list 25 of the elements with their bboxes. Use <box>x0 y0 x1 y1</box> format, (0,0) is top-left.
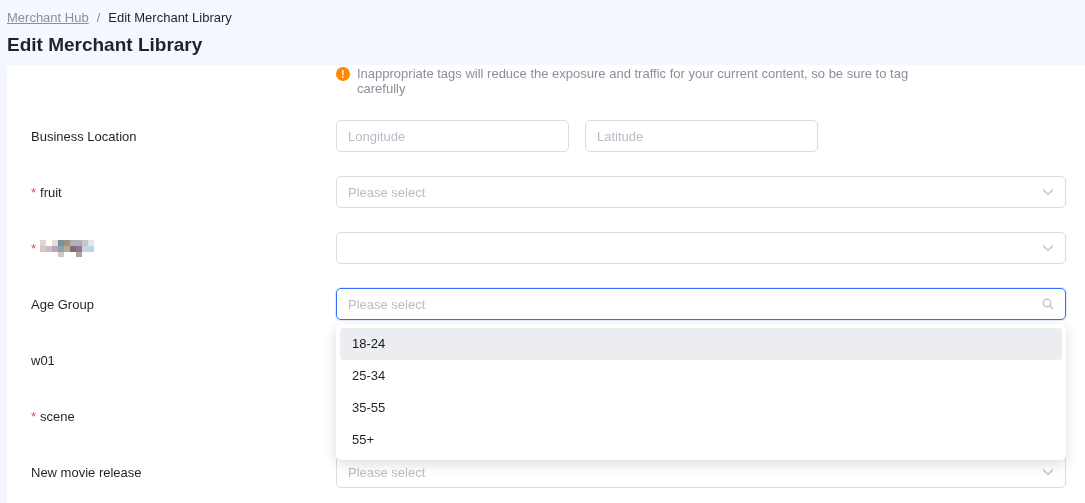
field-label: Business Location <box>31 128 137 144</box>
chevron-down-icon <box>1042 468 1054 476</box>
dropdown-option[interactable]: 55+ <box>340 424 1062 456</box>
field-label: New movie release <box>31 464 142 480</box>
field-label: Age Group <box>31 296 94 312</box>
chevron-down-icon <box>1042 244 1054 252</box>
breadcrumb-separator: / <box>96 9 101 25</box>
select-field[interactable] <box>336 232 1066 264</box>
dropdown-option[interactable]: 35-55 <box>340 392 1062 424</box>
required-asterisk: * <box>31 408 37 424</box>
warning-icon: ! <box>336 67 350 81</box>
field-label: w01 <box>31 352 55 368</box>
page-title: Edit Merchant Library <box>7 34 204 56</box>
input-field[interactable]: Latitude <box>585 120 818 152</box>
field-label: scene <box>40 408 75 424</box>
warning-text: Inappropriate tags will reduce the exposure and traffic for your current content, so be sure to tag carefully <box>357 66 910 96</box>
search-icon <box>1042 298 1054 310</box>
dropdown-option[interactable]: 25-34 <box>340 360 1062 392</box>
field-label: fruit <box>40 184 62 200</box>
chevron-down-icon <box>1042 188 1054 196</box>
breadcrumb-current: Edit Merchant Library <box>108 9 232 25</box>
input-field[interactable]: Longitude <box>336 120 569 152</box>
dropdown-option[interactable]: 18-24 <box>340 328 1062 360</box>
required-asterisk: * <box>31 184 37 200</box>
required-asterisk: * <box>31 240 37 256</box>
